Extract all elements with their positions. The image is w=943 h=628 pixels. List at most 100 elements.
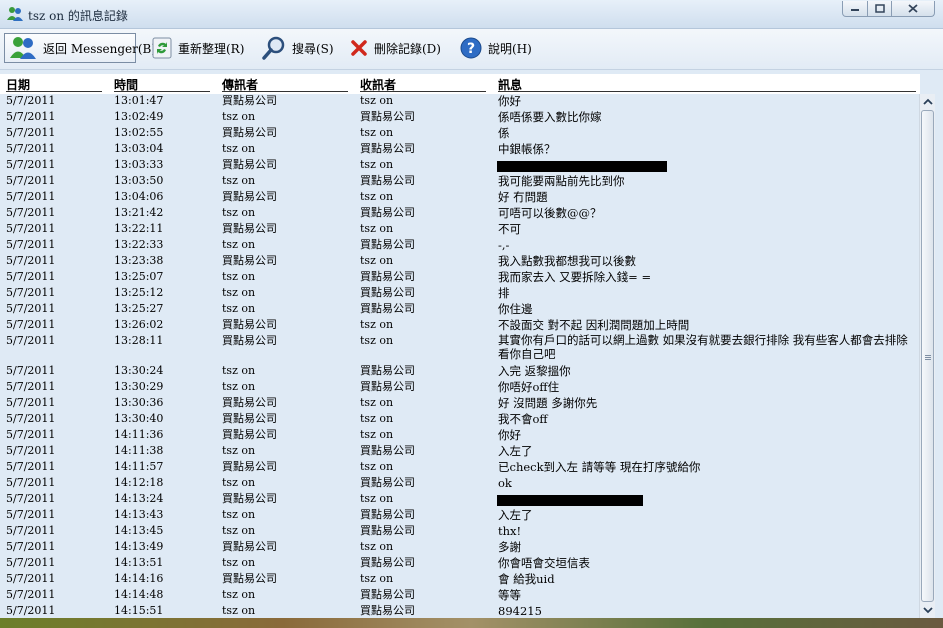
table-row[interactable]: 5/7/2011 13:25:27 tsz on 買點易公司 你住邊 [0,301,920,317]
table-row[interactable]: 5/7/2011 14:11:36 買點易公司 tsz on 你好 [0,427,920,443]
cell-date: 5/7/2011 [6,556,56,569]
minimize-button[interactable] [842,1,868,17]
cell-sender: tsz on [222,364,256,377]
cell-receiver: tsz on [360,158,394,171]
cell-receiver: tsz on [360,412,394,425]
cell-receiver: 買點易公司 [360,110,415,123]
cell-date: 5/7/2011 [6,158,56,171]
column-header-time[interactable]: 時間 [114,76,210,92]
back-to-messenger-button[interactable]: 返回 Messenger(B) [4,33,156,63]
column-header-sender[interactable]: 傳訊者 [222,76,348,92]
table-row[interactable]: 5/7/2011 14:14:48 tsz on 買點易公司 等等 [0,587,920,603]
cell-date: 5/7/2011 [6,270,56,283]
scroll-down-button[interactable] [920,602,936,618]
cell-time: 13:01:47 [114,94,164,107]
scroll-up-button[interactable] [920,94,936,110]
cell-message: 你好 [498,428,521,442]
table-row[interactable]: 5/7/2011 13:03:50 tsz on 買點易公司 我可能要兩點前先比到你 [0,173,920,189]
table-row[interactable]: 5/7/2011 13:21:42 tsz on 買點易公司 可唔可以後數@@？ [0,205,920,221]
cell-date: 5/7/2011 [6,238,56,251]
table-row[interactable]: 5/7/2011 13:30:40 買點易公司 tsz on 我不會off [0,411,920,427]
cell-time: 13:30:36 [114,396,164,409]
cell-date: 5/7/2011 [6,412,56,425]
cell-message: -,- [498,238,510,252]
search-label: 搜尋(S) [292,41,334,56]
cell-receiver: 買點易公司 [360,604,415,617]
table-row[interactable]: 5/7/2011 13:22:11 買點易公司 tsz on 不可 [0,221,920,237]
cell-message: 中銀帳係？ [498,142,556,156]
table-row[interactable]: 5/7/2011 13:02:49 tsz on 買點易公司 係唔係要入數比你嫁 [0,109,920,125]
cell-message: 你會唔會交垣信表 [498,556,590,570]
cell-time: 14:11:38 [114,444,164,457]
table-row[interactable]: 5/7/2011 14:13:49 買點易公司 tsz on 多謝 [0,539,920,555]
table-row[interactable]: 5/7/2011 13:03:04 tsz on 買點易公司 中銀帳係？ [0,141,920,157]
cell-time: 13:22:11 [114,222,164,235]
table-row[interactable]: 5/7/2011 14:13:45 tsz on 買點易公司 thx! [0,523,920,539]
cell-receiver: 買點易公司 [360,444,415,457]
table-row[interactable]: 5/7/2011 14:11:38 tsz on 買點易公司 入左了 [0,443,920,459]
column-header-message[interactable]: 訊息 [498,76,916,92]
table-row[interactable]: 5/7/2011 13:28:11 買點易公司 tsz on 其實你有戶口的話可以網上過… [0,333,920,363]
cell-date: 5/7/2011 [6,318,56,331]
table-row[interactable]: 5/7/2011 13:22:33 tsz on 買點易公司 -,- [0,237,920,253]
help-button[interactable]: ? 說明(H) [456,33,536,63]
close-button[interactable] [891,1,935,17]
cell-receiver: tsz on [360,334,394,347]
table-row[interactable]: 5/7/2011 14:14:16 買點易公司 tsz on 會 給我uid [0,571,920,587]
table-row[interactable]: 5/7/2011 13:25:07 tsz on 買點易公司 我而家去入 又要拆除入錢=… [0,269,920,285]
cell-sender: tsz on [222,588,256,601]
cell-date: 5/7/2011 [6,476,56,489]
message-history-list: 日期 時間 傳訊者 收訊者 訊息 5/7/2011 13:01:47 買點易公司 ts… [0,70,943,628]
cell-date: 5/7/2011 [6,190,56,203]
table-row[interactable]: 5/7/2011 13:01:47 買點易公司 tsz on 你好 [0,93,920,109]
table-row[interactable]: 5/7/2011 13:02:55 買點易公司 tsz on 係 [0,125,920,141]
cell-time: 14:12:18 [114,476,164,489]
cell-time: 13:04:06 [114,190,164,203]
cell-message: 入左了 [498,444,533,458]
cell-time: 13:25:07 [114,270,164,283]
table-row[interactable]: 5/7/2011 14:12:18 tsz on 買點易公司 ok [0,475,920,491]
table-row[interactable]: 5/7/2011 14:13:43 tsz on 買點易公司 入左了 [0,507,920,523]
cell-date: 5/7/2011 [6,540,56,553]
delete-history-button[interactable]: 刪除記錄(D) [346,33,445,63]
table-row[interactable]: 5/7/2011 13:30:24 tsz on 買點易公司 入完 返黎搵你 [0,363,920,379]
maximize-button[interactable] [867,1,892,17]
cell-message: 多謝 [498,540,521,554]
cell-message: 入左了 [498,508,533,522]
redacted-block [497,494,643,506]
table-row[interactable]: 5/7/2011 14:15:51 tsz on 買點易公司 894215 [0,603,920,619]
cell-sender: 買點易公司 [222,126,277,139]
table-row[interactable]: 5/7/2011 13:30:36 買點易公司 tsz on 好 沒問題 多謝你先 [0,395,920,411]
cell-receiver: tsz on [360,460,394,473]
table-row[interactable]: 5/7/2011 13:30:29 tsz on 買點易公司 你唔好off住 [0,379,920,395]
column-header-date[interactable]: 日期 [6,76,102,92]
table-row[interactable]: 5/7/2011 14:13:51 tsz on 買點易公司 你會唔會交垣信表 [0,555,920,571]
table-row[interactable]: 5/7/2011 13:26:02 買點易公司 tsz on 不設面交 對不起 因利潤問… [0,317,920,333]
refresh-button[interactable]: 重新整理(R) [148,33,248,63]
cell-sender: 買點易公司 [222,334,277,347]
cell-sender: tsz on [222,476,256,489]
search-button[interactable]: 搜尋(S) [258,33,338,63]
cell-message: 我而家去入 又要拆除入錢= = [498,270,652,284]
cell-receiver: 買點易公司 [360,286,415,299]
cell-time: 14:13:49 [114,540,164,553]
table-row[interactable]: 5/7/2011 14:11:57 買點易公司 tsz on 已check到入左 請等等… [0,459,920,475]
cell-message: 排 [498,286,510,300]
cell-receiver: tsz on [360,126,394,139]
delete-icon [351,40,367,56]
cell-message: thx! [498,524,522,538]
table-row[interactable]: 5/7/2011 13:23:38 買點易公司 tsz on 我入點數我都想我可以後數 [0,253,920,269]
table-row[interactable]: 5/7/2011 13:25:12 tsz on 買點易公司 排 [0,285,920,301]
cell-date: 5/7/2011 [6,364,56,377]
column-header-receiver[interactable]: 收訊者 [360,76,486,92]
table-row[interactable]: 5/7/2011 13:03:33 買點易公司 tsz on [0,157,920,173]
cell-date: 5/7/2011 [6,94,56,107]
cell-message: 不設面交 對不起 因利潤問題加上時間 [498,318,690,332]
table-row[interactable]: 5/7/2011 13:04:06 買點易公司 tsz on 好 冇問題 [0,189,920,205]
cell-time: 13:21:42 [114,206,164,219]
cell-message: 你好 [498,94,521,108]
vertical-scrollbar[interactable] [919,94,935,618]
cell-time: 14:13:45 [114,524,164,537]
scrollbar-thumb[interactable] [921,110,934,602]
table-row[interactable]: 5/7/2011 14:13:24 買點易公司 tsz on [0,491,920,507]
